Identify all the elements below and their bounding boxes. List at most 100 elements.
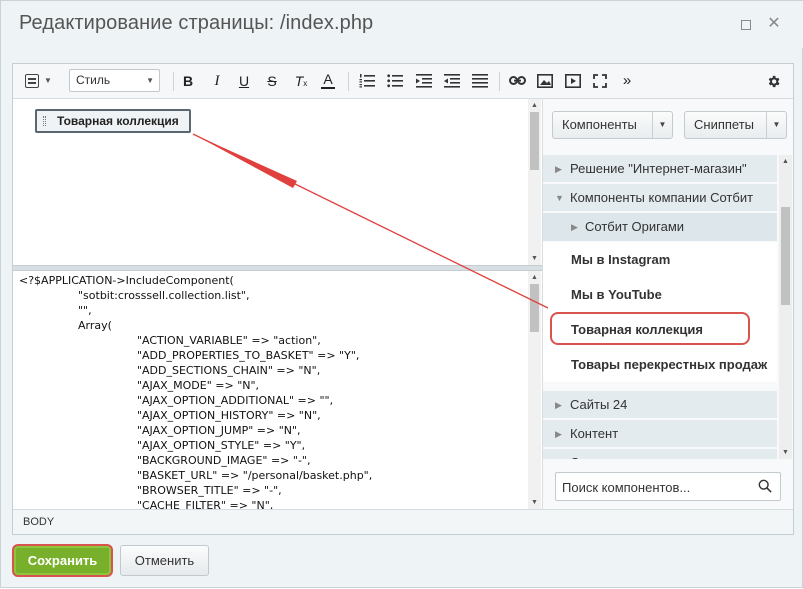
editor-statusbar: BODY bbox=[13, 509, 793, 534]
components-button[interactable]: Компоненты ▼ bbox=[552, 111, 673, 139]
edit-page-dialog: Редактирование страницы: /index.php ✕ ▼ … bbox=[0, 0, 803, 588]
html-editor: ▼ Стиль ▼ B I U S Tx A » Товарная коллек… bbox=[12, 63, 794, 535]
scrollbar-thumb[interactable] bbox=[530, 112, 539, 170]
tree-group[interactable]: ▼ Компоненты компании Сотбит bbox=[543, 184, 777, 212]
chevron-right-icon: ▶ bbox=[555, 400, 562, 410]
scroll-down-icon[interactable]: ▼ bbox=[530, 498, 539, 507]
editor-body: Товарная коллекция ▲ ▼ <?$APPLICATION->I… bbox=[13, 99, 542, 509]
scroll-down-icon[interactable]: ▼ bbox=[781, 448, 790, 457]
code-line: "AJAX_OPTION_STYLE" => "Y", bbox=[81, 439, 306, 452]
ordered-list-icon[interactable] bbox=[359, 74, 375, 88]
visual-scrollbar[interactable]: ▲ ▼ bbox=[528, 99, 541, 265]
code-line: "ADD_SECTIONS_CHAIN" => "N", bbox=[81, 364, 321, 377]
component-item-label: Мы в Instagram bbox=[571, 252, 671, 267]
search-icon[interactable] bbox=[758, 479, 772, 493]
video-icon[interactable] bbox=[565, 74, 581, 88]
tree-group-label: Решение "Интернет-магазин" bbox=[570, 161, 747, 176]
toolbar-divider bbox=[173, 72, 174, 91]
tree-group[interactable]: ▶ Сайты 24 bbox=[543, 391, 777, 419]
close-icon[interactable]: ✕ bbox=[766, 16, 782, 32]
bold-icon[interactable]: B bbox=[181, 72, 195, 90]
code-scrollbar[interactable]: ▲ ▼ bbox=[528, 271, 541, 509]
code-line: <?$APPLICATION->IncludeComponent( bbox=[19, 274, 234, 287]
code-line: "CACHE_FILTER" => "N", bbox=[81, 499, 274, 509]
tree-subgroup-label: Сотбит Оригами bbox=[585, 219, 685, 234]
chevron-right-icon: ▶ bbox=[571, 222, 578, 232]
tree-group-label: Компоненты компании Сотбит bbox=[570, 190, 754, 205]
code-line: "sotbit:crosssell.collection.list", bbox=[50, 289, 250, 302]
editor-toolbar: ▼ Стиль ▼ B I U S Tx A » bbox=[13, 64, 793, 99]
code-line: Array( bbox=[50, 319, 112, 332]
component-placeholder[interactable]: Товарная коллекция bbox=[35, 109, 191, 133]
code-line: "AJAX_MODE" => "N", bbox=[81, 379, 260, 392]
visual-editor-pane[interactable]: Товарная коллекция bbox=[13, 99, 528, 265]
code-line: "AJAX_OPTION_ADDITIONAL" => "", bbox=[81, 394, 334, 407]
toolbar-divider bbox=[348, 72, 349, 91]
outdent-icon[interactable] bbox=[416, 74, 432, 88]
code-line: "ACTION_VARIABLE" => "action", bbox=[81, 334, 321, 347]
chevron-down-icon: ▼ bbox=[555, 193, 564, 203]
tree-group[interactable]: ▶ Контент bbox=[543, 420, 777, 448]
cancel-button[interactable]: Отменить bbox=[120, 545, 209, 576]
scrollbar-thumb[interactable] bbox=[530, 284, 539, 332]
tree-group[interactable]: ▶ Сервисы bbox=[543, 449, 777, 459]
snippets-button-label: Сниппеты bbox=[694, 117, 755, 132]
search-input[interactable] bbox=[562, 477, 752, 497]
chevron-right-icon: ▶ bbox=[555, 429, 562, 439]
settings-icon[interactable] bbox=[766, 74, 781, 89]
dialog-title: Редактирование страницы: /index.php bbox=[19, 12, 374, 34]
chevron-down-icon[interactable]: ▼ bbox=[652, 112, 672, 138]
tree-group-label: Сервисы bbox=[570, 449, 624, 459]
code-line: "AJAX_OPTION_JUMP" => "N", bbox=[81, 424, 301, 437]
code-line: "AJAX_OPTION_HISTORY" => "N", bbox=[81, 409, 321, 422]
tree-group-label: Сайты 24 bbox=[570, 397, 628, 412]
components-tree: ▶ Решение "Интернет-магазин" ▼ Компонент… bbox=[543, 155, 794, 459]
toolbar-divider bbox=[499, 72, 500, 91]
drag-handle-icon[interactable] bbox=[43, 116, 46, 126]
link-icon[interactable] bbox=[509, 75, 526, 87]
maximize-icon[interactable] bbox=[737, 16, 753, 32]
component-item[interactable]: Товары перекрестных продаж bbox=[543, 347, 777, 382]
more-icon[interactable]: » bbox=[620, 72, 634, 90]
indent-icon[interactable] bbox=[444, 74, 460, 88]
highlight-frame bbox=[550, 312, 750, 345]
element-path[interactable]: BODY bbox=[23, 516, 54, 528]
code-line: "BACKGROUND_IMAGE" => "-", bbox=[81, 454, 311, 467]
scroll-up-icon[interactable]: ▲ bbox=[530, 273, 539, 282]
chevron-right-icon: ▶ bbox=[555, 449, 562, 459]
save-button[interactable]: Сохранить bbox=[12, 544, 113, 577]
code-line: "BASKET_URL" => "/personal/basket.php", bbox=[81, 469, 373, 482]
scroll-down-icon[interactable]: ▼ bbox=[530, 254, 539, 263]
chevron-down-icon[interactable]: ▼ bbox=[766, 112, 786, 138]
justify-icon[interactable] bbox=[472, 74, 488, 88]
bullet-list-icon[interactable] bbox=[387, 74, 403, 88]
component-item[interactable]: Мы в YouTube bbox=[543, 277, 777, 312]
style-select-value: Стиль bbox=[76, 73, 111, 87]
component-item-label: Мы в YouTube bbox=[571, 287, 662, 302]
snippets-button[interactable]: Сниппеты ▼ bbox=[684, 111, 787, 139]
scroll-up-icon[interactable]: ▲ bbox=[530, 101, 539, 110]
tree-scrollbar[interactable]: ▲ ▼ bbox=[779, 155, 792, 459]
tree-group-label: Контент bbox=[570, 426, 619, 441]
remove-format-icon[interactable]: Tx bbox=[293, 72, 309, 90]
tree-subgroup[interactable]: ▶ Сотбит Оригами bbox=[543, 213, 777, 241]
style-select[interactable]: Стиль ▼ bbox=[69, 69, 160, 92]
scroll-up-icon[interactable]: ▲ bbox=[781, 157, 790, 166]
font-color-icon[interactable]: A bbox=[321, 72, 335, 89]
italic-icon[interactable]: I bbox=[210, 72, 224, 90]
component-search[interactable] bbox=[555, 472, 781, 501]
dialog-titlebar[interactable]: Редактирование страницы: /index.php ✕ bbox=[1, 1, 803, 48]
fullscreen-icon[interactable] bbox=[593, 74, 607, 88]
chevron-right-icon: ▶ bbox=[555, 164, 562, 174]
component-item-label: Товары перекрестных продаж bbox=[571, 357, 768, 372]
component-item[interactable]: Мы в Instagram bbox=[543, 242, 777, 277]
scrollbar-thumb[interactable] bbox=[781, 207, 790, 305]
code-editor-pane[interactable]: <?$APPLICATION->IncludeComponent( "sotbi… bbox=[13, 271, 528, 509]
source-mode-icon[interactable]: ▼ bbox=[23, 72, 53, 90]
chevron-down-icon: ▼ bbox=[146, 76, 154, 85]
components-sidebar: Компоненты ▼ Сниппеты ▼ ▶ Решение "Интер… bbox=[542, 99, 793, 509]
image-icon[interactable] bbox=[537, 74, 553, 88]
underline-icon[interactable]: U bbox=[237, 72, 251, 90]
strikethrough-icon[interactable]: S bbox=[265, 72, 279, 90]
tree-group[interactable]: ▶ Решение "Интернет-магазин" bbox=[543, 155, 777, 183]
